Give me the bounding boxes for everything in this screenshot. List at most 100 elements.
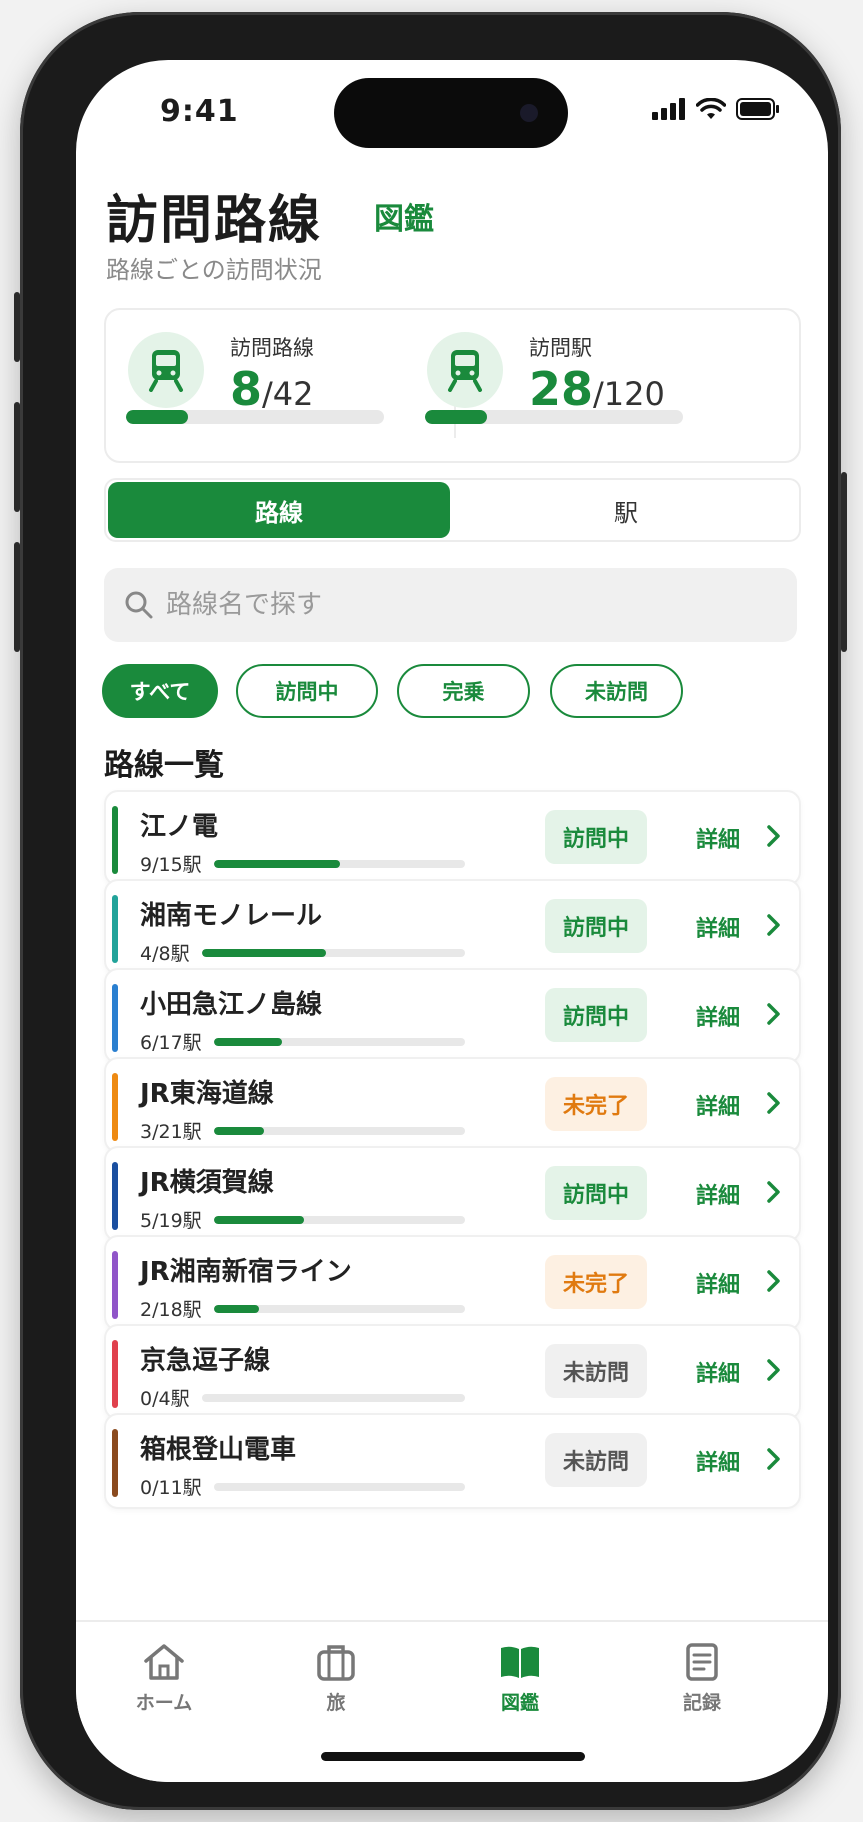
tab-record-label: 記録 bbox=[682, 1692, 721, 1714]
search-bar[interactable] bbox=[104, 568, 797, 642]
line-name: JR横須賀線 bbox=[140, 1168, 274, 1198]
phone-frame: 9:41 訪問路線 図鑑 路線ごとの訪問状況 訪問路線 8/42 訪問駅 28/… bbox=[14, 12, 847, 1810]
line-name: 湘南モノレール bbox=[140, 901, 323, 931]
train-icon bbox=[427, 332, 503, 408]
camera-icon bbox=[520, 104, 538, 122]
segment-control: 路線 駅 bbox=[104, 478, 801, 542]
chevron-right-icon[interactable] bbox=[766, 1358, 782, 1382]
line-status-badge: 訪問中 bbox=[545, 1166, 647, 1220]
chevron-right-icon[interactable] bbox=[766, 1091, 782, 1115]
summary-card: 訪問路線 8/42 訪問駅 28/120 bbox=[104, 308, 801, 463]
line-station-count: 0/4駅 bbox=[140, 1388, 190, 1410]
line-detail-link[interactable]: 詳細 bbox=[696, 1356, 740, 1388]
line-row[interactable]: JR横須賀線 5/19駅 訪問中 詳細 bbox=[104, 1146, 801, 1242]
line-progress bbox=[214, 1305, 465, 1313]
summary-lines: 訪問路線 8/42 bbox=[106, 310, 454, 461]
summary-stations-visited: 28 bbox=[529, 362, 594, 416]
summary-lines-total: /42 bbox=[262, 375, 314, 413]
line-progress bbox=[214, 1038, 465, 1046]
status-icons bbox=[652, 98, 780, 120]
line-detail-link[interactable]: 詳細 bbox=[696, 911, 740, 943]
summary-lines-progress bbox=[126, 410, 384, 424]
tab-zukan-label: 図鑑 bbox=[500, 1692, 539, 1714]
chevron-right-icon[interactable] bbox=[766, 913, 782, 937]
line-color-bar bbox=[112, 895, 118, 963]
summary-stations-progress-fill bbox=[425, 410, 487, 424]
line-name: 京急逗子線 bbox=[140, 1346, 271, 1376]
summary-lines-progress-fill bbox=[126, 410, 188, 424]
line-progress bbox=[214, 1216, 465, 1224]
tab-home-label: ホーム bbox=[135, 1692, 193, 1714]
line-status-badge: 未訪問 bbox=[545, 1344, 647, 1398]
chevron-right-icon[interactable] bbox=[766, 1180, 782, 1204]
filter-visiting[interactable]: 訪問中 bbox=[236, 664, 378, 718]
line-progress-fill bbox=[214, 860, 340, 868]
line-color-bar bbox=[112, 984, 118, 1052]
line-color-bar bbox=[112, 1073, 118, 1141]
line-station-count: 9/15駅 bbox=[140, 854, 202, 876]
home-indicator bbox=[321, 1752, 585, 1761]
line-name: 小田急江ノ島線 bbox=[140, 990, 323, 1020]
line-progress bbox=[202, 1394, 465, 1402]
tab-zukan[interactable]: 図鑑 bbox=[460, 1642, 580, 1732]
search-icon bbox=[125, 591, 153, 619]
line-detail-link[interactable]: 詳細 bbox=[696, 1178, 740, 1210]
volume-up-button bbox=[14, 402, 20, 512]
zukan-link[interactable]: 図鑑 bbox=[374, 194, 434, 238]
line-name: 江ノ電 bbox=[140, 812, 219, 842]
line-row[interactable]: 京急逗子線 0/4駅 未訪問 詳細 bbox=[104, 1324, 801, 1420]
tab-trip[interactable]: 旅 bbox=[276, 1642, 396, 1732]
line-progress bbox=[214, 860, 465, 868]
summary-lines-value: 8/42 bbox=[230, 362, 314, 416]
line-status-badge: 未訪問 bbox=[545, 1433, 647, 1487]
line-detail-link[interactable]: 詳細 bbox=[696, 1089, 740, 1121]
line-row[interactable]: 小田急江ノ島線 6/17駅 訪問中 詳細 bbox=[104, 968, 801, 1064]
tab-home[interactable]: ホーム bbox=[104, 1642, 224, 1732]
line-detail-link[interactable]: 詳細 bbox=[696, 1445, 740, 1477]
line-status-badge: 未完了 bbox=[545, 1077, 647, 1131]
line-row[interactable]: JR東海道線 3/21駅 未完了 詳細 bbox=[104, 1057, 801, 1153]
line-row[interactable]: 江ノ電 9/15駅 訪問中 詳細 bbox=[104, 790, 801, 886]
line-progress bbox=[202, 949, 465, 957]
line-status-badge: 訪問中 bbox=[545, 988, 647, 1042]
summary-stations: 訪問駅 28/120 bbox=[405, 310, 753, 461]
chevron-right-icon[interactable] bbox=[766, 1447, 782, 1471]
line-progress-fill bbox=[214, 1305, 260, 1313]
battery-icon bbox=[736, 98, 779, 120]
tab-trip-label: 旅 bbox=[326, 1692, 346, 1714]
segment-lines[interactable]: 路線 bbox=[108, 482, 450, 538]
line-station-count: 2/18駅 bbox=[140, 1299, 202, 1321]
line-progress bbox=[214, 1127, 465, 1135]
chevron-right-icon[interactable] bbox=[766, 824, 782, 848]
line-color-bar bbox=[112, 1429, 118, 1497]
wifi-icon bbox=[696, 98, 726, 119]
line-station-count: 0/11駅 bbox=[140, 1477, 202, 1499]
filter-completed[interactable]: 完乗 bbox=[397, 664, 530, 718]
filter-all[interactable]: すべて bbox=[102, 664, 218, 718]
line-name: 箱根登山電車 bbox=[140, 1435, 297, 1465]
page-title: 訪問路線 bbox=[106, 191, 323, 251]
line-row[interactable]: 湘南モノレール 4/8駅 訪問中 詳細 bbox=[104, 879, 801, 975]
chevron-right-icon[interactable] bbox=[766, 1002, 782, 1026]
line-color-bar bbox=[112, 806, 118, 874]
line-detail-link[interactable]: 詳細 bbox=[696, 1267, 740, 1299]
chevron-right-icon[interactable] bbox=[766, 1269, 782, 1293]
screen: 9:41 訪問路線 図鑑 路線ごとの訪問状況 訪問路線 8/42 訪問駅 28/… bbox=[76, 60, 828, 1782]
filter-unvisited[interactable]: 未訪問 bbox=[550, 664, 683, 718]
line-name: JR湘南新宿ライン bbox=[140, 1257, 352, 1287]
page-subtitle: 路線ごとの訪問状況 bbox=[106, 256, 322, 284]
line-color-bar bbox=[112, 1340, 118, 1408]
line-row[interactable]: JR湘南新宿ライン 2/18駅 未完了 詳細 bbox=[104, 1235, 801, 1331]
dynamic-island bbox=[334, 78, 568, 148]
summary-stations-value: 28/120 bbox=[529, 362, 665, 416]
tab-record[interactable]: 記録 bbox=[642, 1642, 762, 1732]
search-input[interactable] bbox=[166, 590, 766, 620]
segment-stations[interactable]: 駅 bbox=[455, 482, 797, 538]
line-color-bar bbox=[112, 1251, 118, 1319]
line-row[interactable]: 箱根登山電車 0/11駅 未訪問 詳細 bbox=[104, 1413, 801, 1509]
line-progress-fill bbox=[202, 949, 326, 957]
line-detail-link[interactable]: 詳細 bbox=[696, 1000, 740, 1032]
home-icon bbox=[144, 1644, 184, 1680]
line-detail-link[interactable]: 詳細 bbox=[696, 822, 740, 854]
line-status-badge: 訪問中 bbox=[545, 899, 647, 953]
